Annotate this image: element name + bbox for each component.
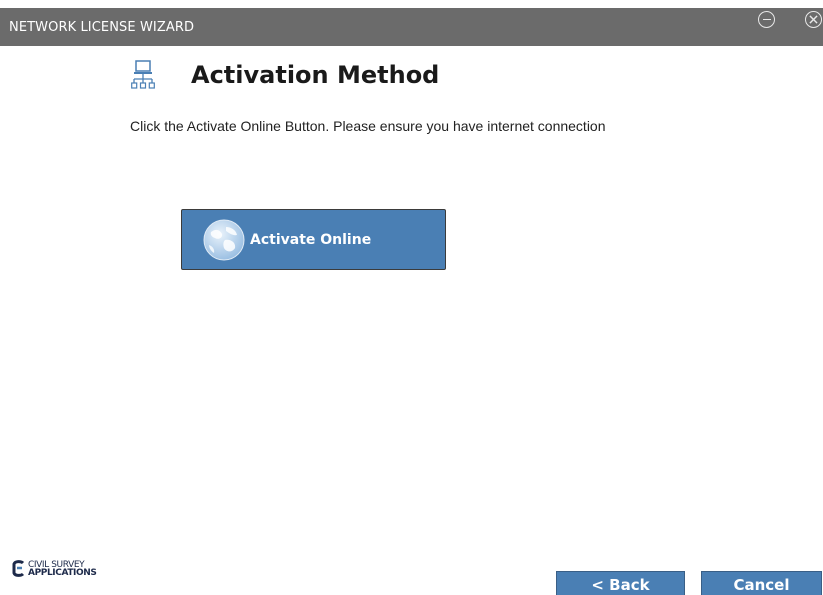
activate-online-button[interactable]: Activate Online bbox=[181, 209, 446, 270]
globe-icon bbox=[203, 219, 245, 260]
activate-online-label: Activate Online bbox=[250, 231, 372, 248]
title-bar: NETWORK LICENSE WIZARD bbox=[0, 8, 823, 46]
page-title: Activation Method bbox=[191, 61, 440, 89]
back-button[interactable]: < Back bbox=[556, 571, 685, 595]
company-logo: CIVIL SURVEY APPLICATIONS bbox=[12, 560, 97, 578]
network-computer-icon bbox=[131, 60, 155, 89]
cancel-button[interactable]: Cancel bbox=[701, 571, 822, 595]
logo-line2: APPLICATIONS bbox=[28, 567, 97, 578]
window-title: NETWORK LICENSE WIZARD bbox=[9, 19, 195, 35]
minimize-button[interactable] bbox=[758, 11, 775, 28]
close-button[interactable] bbox=[805, 11, 822, 28]
logo-mark bbox=[12, 560, 25, 577]
close-icon bbox=[809, 15, 818, 24]
instruction-text: Click the Activate Online Button. Please… bbox=[130, 118, 606, 134]
